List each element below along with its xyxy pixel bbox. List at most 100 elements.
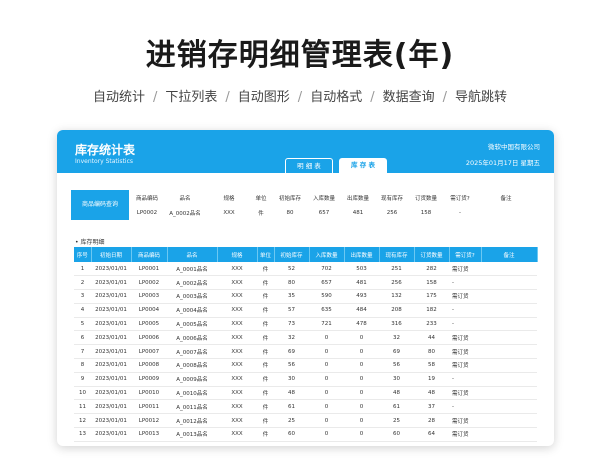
- table-cell: 484: [344, 303, 379, 318]
- table-cell: [481, 303, 537, 318]
- product-code-query-button[interactable]: 商品编码查询: [71, 190, 129, 220]
- table-cell: 件: [257, 386, 274, 401]
- table-cell: XXX: [217, 330, 257, 346]
- table-cell: 2023/01/01: [91, 372, 131, 387]
- table-cell[interactable]: LP0009: [131, 372, 167, 387]
- table-cell: 2023/01/01: [91, 330, 131, 346]
- feature-separator: /: [152, 90, 158, 105]
- table-cell: 4: [74, 303, 91, 318]
- table-cell: [481, 275, 537, 291]
- table-cell[interactable]: LP0007: [131, 344, 167, 360]
- table-cell[interactable]: LP0012: [131, 413, 167, 429]
- table-cell: XXX: [217, 427, 257, 442]
- table-cell: 0: [344, 358, 379, 373]
- table-cell: 19: [414, 372, 449, 387]
- table-cell: 48: [414, 386, 449, 401]
- table-cell: 256: [379, 275, 414, 291]
- table-cell: 0: [309, 372, 344, 387]
- query-product-code-input[interactable]: LP0002: [133, 205, 161, 220]
- table-cell: 0: [344, 399, 379, 415]
- table-cell: 61: [274, 399, 309, 415]
- feature-separator: /: [370, 90, 375, 105]
- table-cell: 721: [309, 317, 344, 332]
- table-cell: -: [449, 399, 481, 415]
- table-cell[interactable]: LP0005: [131, 317, 167, 332]
- tab-inventory[interactable]: 库 存 表: [339, 158, 387, 173]
- table-cell: 69: [379, 344, 414, 360]
- query-block: 商品编码查询 商品编码 品名 规格 单位 初始库存 入库数量 出库数量 现有库存…: [71, 190, 541, 220]
- table-cell: 2023/01/01: [91, 317, 131, 332]
- table-cell: 30: [379, 372, 414, 387]
- table-cell: 0: [309, 399, 344, 415]
- table-cell[interactable]: LP0011: [131, 399, 167, 415]
- table-header-cell: 订货数量: [414, 247, 450, 262]
- table-cell: 702: [309, 262, 344, 277]
- query-header-cell: 品名: [179, 195, 191, 202]
- table-cell: 需订货: [449, 289, 481, 304]
- table-cell[interactable]: LP0006: [131, 330, 167, 346]
- table-row: 5 2023/01/01 LP0005 A_0005品名 XXX 件 73 721 478 316…: [74, 317, 537, 332]
- table-header-cell: 商品编码: [131, 247, 168, 262]
- table-cell: [481, 399, 537, 415]
- table-cell[interactable]: LP0008: [131, 358, 167, 373]
- table-cell: 73: [274, 317, 309, 332]
- table-cell: XXX: [217, 386, 257, 401]
- query-cell: [477, 205, 535, 220]
- table-cell: 0: [344, 330, 379, 346]
- table-cell: 2023/01/01: [91, 413, 131, 429]
- table-cell: 158: [414, 275, 449, 291]
- table-cell: 需订货: [449, 427, 481, 442]
- table-cell: 208: [379, 303, 414, 318]
- table-cell[interactable]: LP0004: [131, 303, 167, 318]
- tab-detail[interactable]: 明 细 表: [285, 158, 333, 173]
- table-cell: 2023/01/01: [91, 275, 131, 291]
- feature-item: 导航跳转: [455, 90, 508, 105]
- panel-header: 库存统计表 Inventory Statistics 微软中国有限公司 2025…: [57, 130, 554, 173]
- query-cell: -: [459, 209, 461, 216]
- table-cell: 5: [74, 317, 91, 332]
- table-cell: 7: [74, 344, 91, 360]
- table-cell: 25: [274, 413, 309, 429]
- table-cell: 35: [274, 289, 309, 304]
- table-cell[interactable]: LP0010: [131, 386, 167, 401]
- table-cell: 58: [414, 358, 449, 373]
- table-cell[interactable]: LP0013: [131, 427, 167, 442]
- table-cell: 需订货: [449, 413, 481, 429]
- query-header-cell: 出库数量: [346, 195, 369, 202]
- table-cell: 件: [257, 289, 274, 304]
- table-cell[interactable]: LP0003: [131, 289, 167, 304]
- table-cell: 件: [257, 330, 274, 346]
- table-cell: 件: [257, 275, 274, 291]
- feature-item: 数据查询: [382, 90, 435, 105]
- table-cell: XXX: [217, 413, 257, 429]
- table-cell: A_0013品名: [167, 427, 217, 442]
- table-cell: 37: [414, 399, 449, 415]
- table-cell: 80: [274, 275, 309, 291]
- table-cell: 13: [74, 427, 91, 442]
- query-table: 商品编码 品名 规格 单位 初始库存 入库数量 出库数量 现有库存 订货数量 需…: [133, 190, 535, 220]
- query-result-row: LP0002 A_0002品名 XXX 件 80 657 481 256 158…: [133, 205, 535, 220]
- table-cell: 需订货: [449, 386, 481, 401]
- section-label: • 库存明细: [75, 239, 105, 246]
- table-cell: 64: [414, 427, 449, 442]
- table-cell: 182: [414, 303, 449, 318]
- table-cell: 30: [274, 372, 309, 387]
- table-cell: XXX: [217, 399, 257, 415]
- table-cell: A_0010品名: [167, 386, 217, 401]
- table-cell: 12: [74, 413, 91, 429]
- query-cell: XXX: [223, 209, 235, 216]
- table-cell: 69: [274, 344, 309, 360]
- table-cell: [481, 413, 537, 429]
- query-header-cell: 现有库存: [380, 195, 403, 202]
- table-cell[interactable]: LP0002: [131, 275, 167, 291]
- table-cell: 635: [309, 303, 344, 318]
- table-cell: A_0005品名: [167, 317, 217, 332]
- inventory-detail-table: 序号 初始日期 商品编码 品名 规格 单位 初始库存 入库数量 出库数量 现有库存 订货数量 需订货?…: [74, 247, 538, 442]
- table-cell: 0: [344, 427, 379, 442]
- table-cell: 需订货: [449, 330, 481, 346]
- table-cell[interactable]: LP0001: [131, 262, 167, 277]
- table-cell: A_0008品名: [167, 358, 217, 373]
- table-cell: 需订货: [449, 358, 481, 373]
- page-title: 进销存明细管理表(年): [145, 38, 455, 73]
- table-row: 2 2023/01/01 LP0002 A_0002品名 XXX 件 80 657 481 256…: [74, 275, 537, 291]
